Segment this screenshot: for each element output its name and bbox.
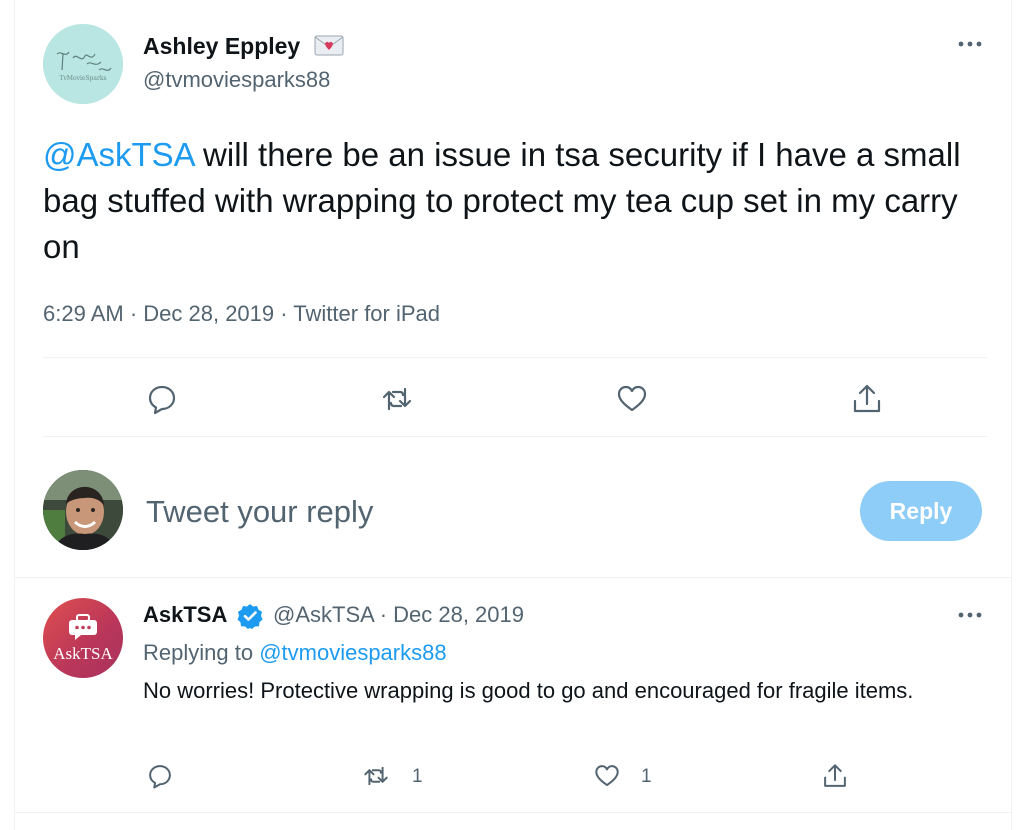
avatar-logo-text: TvMovieSparks (59, 75, 106, 82)
mention-link[interactable]: @AskTSA (43, 136, 194, 173)
reply-text: No worries! Protective wrapping is good … (143, 678, 914, 703)
verified-badge-icon (237, 604, 263, 629)
retweet-icon[interactable] (380, 382, 414, 416)
author-name[interactable]: Ashley Eppley (143, 31, 300, 61)
envelope-heart-icon (314, 35, 344, 56)
retweet-icon[interactable] (362, 762, 390, 790)
reply-icon[interactable] (146, 762, 174, 790)
reply-button[interactable]: Reply (860, 481, 982, 541)
author-handle[interactable]: @tvmoviesparks88 (143, 66, 330, 94)
share-icon[interactable] (850, 382, 884, 416)
user-avatar[interactable] (43, 470, 123, 550)
asktsa-avatar[interactable]: AskTSA (43, 598, 123, 678)
replying-prefix: Replying to (143, 640, 260, 665)
reply-author-name[interactable]: AskTSA (143, 600, 227, 630)
chat-bubble-icon (69, 614, 97, 640)
tweet-text: @AskTSA will there be an issue in tsa se… (43, 132, 993, 270)
reply-icon[interactable] (145, 382, 179, 416)
retweet-count: 1 (412, 766, 423, 787)
replying-to: Replying to @tvmoviesparks88 (143, 638, 447, 668)
author-avatar[interactable]: TvMovieSparks (43, 24, 123, 104)
reply-input[interactable] (146, 490, 826, 534)
tweet-meta[interactable]: 6:29 AM · Dec 28, 2019 · Twitter for iPa… (43, 299, 440, 329)
replying-to-link[interactable]: @tvmoviesparks88 (259, 640, 446, 665)
timeline-border-left (14, 0, 15, 830)
reply-handle-date[interactable]: @AskTSA · Dec 28, 2019 (273, 600, 524, 630)
more-options-icon[interactable] (956, 605, 984, 625)
like-count: 1 (641, 766, 652, 787)
share-icon[interactable] (821, 762, 849, 790)
avatar-logo-text: AskTSA (53, 644, 113, 663)
divider (14, 812, 1011, 813)
like-icon[interactable] (593, 762, 621, 790)
divider (43, 357, 987, 358)
like-icon[interactable] (615, 382, 649, 416)
timeline-border-right (1011, 0, 1012, 830)
divider (43, 436, 987, 437)
more-options-icon[interactable] (956, 34, 984, 54)
divider (14, 577, 1011, 578)
